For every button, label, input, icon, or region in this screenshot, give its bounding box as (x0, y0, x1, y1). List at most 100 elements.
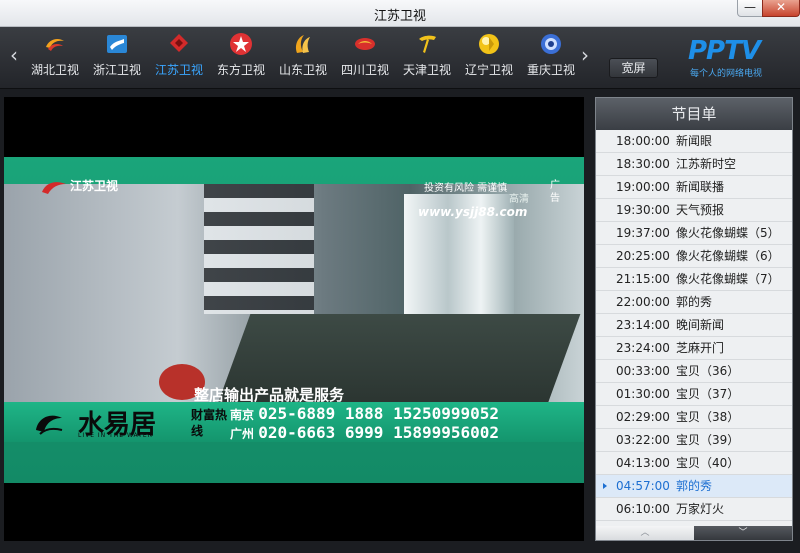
schedule-time: 02:29:00 (616, 410, 670, 424)
risk-notice: 投资有风险 需谨慎 (424, 183, 508, 194)
schedule-item-current[interactable]: 04:57:00 郭的秀 (596, 475, 792, 498)
ad-label: 广告 (550, 180, 560, 204)
schedule-item[interactable]: 19:30:00 天气预报 (596, 199, 792, 222)
schedule-item[interactable]: 06:10:00 万家灯火 (596, 498, 792, 521)
channel-shandong[interactable]: 山东卫视 (272, 31, 334, 85)
schedule-item[interactable]: 04:13:00 宝贝（40） (596, 452, 792, 475)
pptv-logo: PPTV 每个人的网络电视 (688, 36, 772, 79)
schedule-program: 新闻眼 (676, 134, 713, 148)
brand-logo-icon (36, 415, 63, 435)
zhejiang-logo-icon (107, 35, 127, 53)
schedule-program: 天气预报 (676, 203, 725, 217)
channel-label: 湖北卫视 (30, 63, 79, 77)
scroll-down-button[interactable]: ﹀ (694, 526, 792, 540)
sichuan-logo-icon (355, 38, 375, 50)
schedule-item[interactable]: 21:15:00 像火花像蝴蝶（7） (596, 268, 792, 291)
channel-zhejiang[interactable]: 浙江卫视 (86, 31, 148, 85)
brand-english: LIVE IN THE WATER (78, 432, 153, 439)
schedule-time: 23:24:00 (616, 341, 670, 355)
schedule-time: 06:10:00 (616, 502, 670, 516)
schedule-time: 23:14:00 (616, 318, 670, 332)
schedule-time: 01:30:00 (616, 387, 670, 401)
schedule-item[interactable]: 02:29:00 宝贝（38） (596, 406, 792, 429)
schedule-item[interactable]: 19:00:00 新闻联播 (596, 176, 792, 199)
jiangsu-logo-icon (170, 34, 188, 52)
schedule-item[interactable]: 22:00:00 郭的秀 (596, 291, 792, 314)
schedule-program: 宝贝（38） (676, 410, 740, 424)
schedule-list: 18:00:00 新闻眼 18:30:00 江苏新时空 19:00:00 新闻联播 1… (596, 130, 792, 521)
channel-sichuan[interactable]: 四川卫视 (334, 31, 396, 85)
phone-city-2: 广州 (230, 427, 255, 441)
schedule-time: 19:30:00 (616, 203, 670, 217)
schedule-program: 芝麻开门 (676, 341, 725, 355)
phone-1: 025-6889 1888 15250999052 (258, 404, 500, 423)
schedule-program: 像火花像蝴蝶（6） (676, 249, 780, 263)
channel-label: 山东卫视 (278, 63, 327, 77)
schedule-program: 郭的秀 (676, 479, 713, 493)
channel-toolbar: ‹ 湖北卫视 浙江卫视 江苏卫视 东方卫视 山东卫视 四川卫视 天津卫视 辽宁卫… (0, 27, 800, 89)
schedule-program: 宝贝（39） (676, 433, 740, 447)
watermark-text: 江苏卫视 (70, 179, 119, 193)
channel-dongfang[interactable]: 东方卫视 (210, 31, 272, 85)
channel-label: 东方卫视 (216, 63, 265, 77)
schedule-scroll-bar: ︿ ﹀ (596, 526, 792, 540)
schedule-item[interactable]: 01:30:00 宝贝（37） (596, 383, 792, 406)
scene-shelf (204, 184, 314, 314)
schedule-program: 像火花像蝴蝶（7） (676, 272, 780, 286)
schedule-program: 宝贝（36） (676, 364, 740, 378)
schedule-time: 03:22:00 (616, 433, 670, 447)
schedule-time: 19:00:00 (616, 180, 670, 194)
phone-2: 020-6663 6999 15899956002 (258, 423, 500, 442)
schedule-time: 18:30:00 (616, 157, 670, 171)
schedule-program: 宝贝（40） (676, 456, 740, 470)
schedule-item[interactable]: 20:25:00 像火花像蝴蝶（6） (596, 245, 792, 268)
schedule-item[interactable]: 03:22:00 宝贝（39） (596, 429, 792, 452)
ad-url: www.ysjj88.com (418, 205, 528, 219)
title-bar: 江苏卫视 — ✕ (0, 0, 800, 27)
schedule-panel: 节目单 18:00:00 新闻眼 18:30:00 江苏新时空 19:00:00 新闻… (595, 97, 793, 541)
ad-banner: 水易居 LIVE IN THE WATER 财富热线 南京 025-6889 1… (4, 402, 584, 442)
schedule-time: 22:00:00 (616, 295, 670, 309)
channel-jiangsu[interactable]: 江苏卫视 (148, 31, 210, 85)
widescreen-button[interactable]: 宽屏 (609, 58, 658, 78)
schedule-program: 新闻联播 (676, 180, 725, 194)
schedule-time: 21:15:00 (616, 272, 670, 286)
schedule-program: 像火花像蝴蝶（5） (676, 226, 780, 240)
schedule-item[interactable]: 00:33:00 宝贝（36） (596, 360, 792, 383)
schedule-item[interactable]: 23:24:00 芝麻开门 (596, 337, 792, 360)
channel-label: 江苏卫视 (154, 63, 203, 77)
schedule-time: 00:33:00 (616, 364, 670, 378)
logo-tagline: 每个人的网络电视 (690, 69, 763, 79)
tianjin-logo-icon (419, 35, 436, 53)
hotline-label: 财富热线 (191, 408, 228, 438)
schedule-program: 江苏新时空 (676, 157, 737, 171)
jiangsu-watermark-icon (42, 181, 66, 194)
window-title: 江苏卫视 (373, 9, 426, 24)
schedule-time: 20:25:00 (616, 249, 670, 263)
liaoning-logo-icon (479, 34, 499, 54)
now-playing-icon (603, 483, 607, 489)
channel-label: 四川卫视 (340, 63, 389, 77)
channel-label: 重庆卫视 (526, 63, 575, 77)
hd-label: 高清 (509, 194, 529, 205)
schedule-item[interactable]: 18:30:00 江苏新时空 (596, 153, 792, 176)
close-button[interactable]: ✕ (762, 0, 800, 17)
schedule-time: 04:57:00 (616, 479, 670, 493)
prev-channels-button[interactable]: ‹ (6, 43, 22, 67)
logo-word: PPTV (688, 36, 761, 66)
next-channels-button[interactable]: › (577, 43, 593, 67)
video-player[interactable]: 江苏卫视 投资有风险 需谨慎 高清 广告 www.ysjj88.com 整店输出… (4, 97, 584, 541)
minimize-button[interactable]: — (737, 0, 763, 17)
schedule-program: 万家灯火 (676, 502, 725, 516)
scroll-up-button[interactable]: ︿ (596, 526, 694, 540)
schedule-item[interactable]: 19:37:00 像火花像蝴蝶（5） (596, 222, 792, 245)
schedule-item[interactable]: 23:14:00 晚间新闻 (596, 314, 792, 337)
channel-tianjin[interactable]: 天津卫视 (396, 31, 458, 85)
channel-chongqing[interactable]: 重庆卫视 (520, 31, 582, 85)
schedule-item[interactable]: 18:00:00 新闻眼 (596, 130, 792, 153)
channel-hubei[interactable]: 湖北卫视 (24, 31, 86, 85)
schedule-title: 节目单 (596, 98, 792, 130)
channel-liaoning[interactable]: 辽宁卫视 (458, 31, 520, 85)
chongqing-logo-icon (541, 34, 561, 54)
dongfang-logo-icon (230, 33, 252, 55)
